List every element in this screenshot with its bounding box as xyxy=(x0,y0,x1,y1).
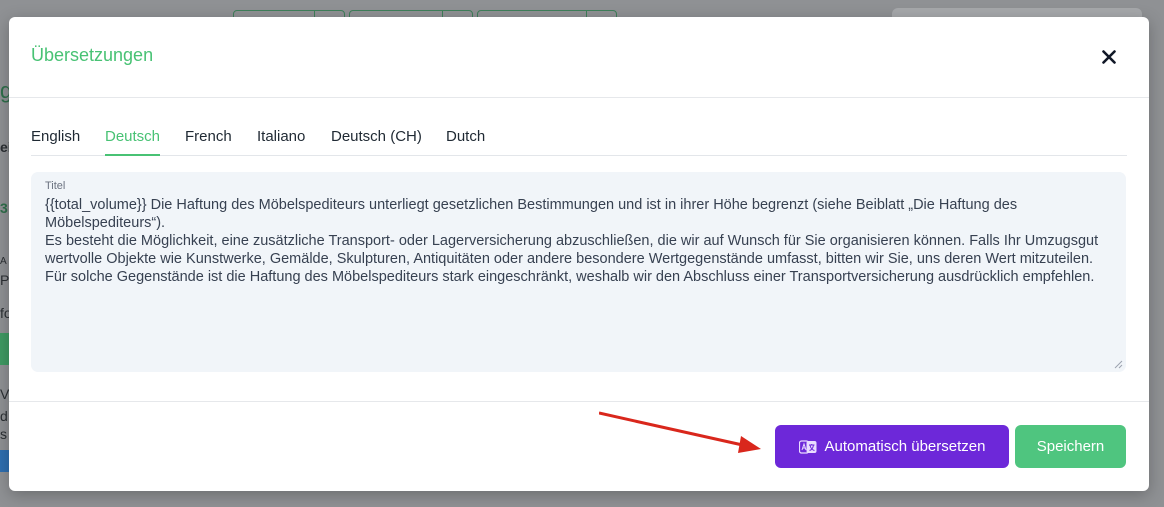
tab-italiano[interactable]: Italiano xyxy=(257,128,305,145)
auto-translate-label: Automatisch übersetzen xyxy=(824,438,986,455)
bg-fragment: P xyxy=(0,272,10,288)
modal-title: Übersetzungen xyxy=(31,45,154,65)
modal-header: Übersetzungen xyxy=(9,17,1149,98)
annotation-arrow-icon xyxy=(599,411,761,453)
bg-fragment: d xyxy=(0,408,8,424)
tab-french[interactable]: French xyxy=(185,128,232,145)
title-textarea[interactable]: Titel {{total_volume}} Die Haftung des M… xyxy=(31,172,1126,372)
auto-translate-button[interactable]: Automatisch übersetzen xyxy=(775,425,1009,468)
close-icon xyxy=(1102,50,1116,64)
resize-handle-icon[interactable] xyxy=(1113,359,1123,369)
save-label: Speichern xyxy=(1036,438,1105,455)
bg-fragment: A xyxy=(0,256,7,267)
translate-icon xyxy=(798,439,817,454)
translations-modal: Übersetzungen English Deutsch French Ita… xyxy=(9,17,1149,491)
bg-green-block xyxy=(0,333,9,365)
save-button[interactable]: Speichern xyxy=(1015,425,1126,468)
title-field-value[interactable]: {{total_volume}} Die Haftung des Möbelsp… xyxy=(45,196,1102,362)
close-button[interactable] xyxy=(1097,45,1121,69)
tab-english[interactable]: English xyxy=(31,128,80,145)
bg-blue-block xyxy=(0,450,9,472)
modal-footer-divider xyxy=(9,401,1149,402)
bg-fragment: V xyxy=(0,386,10,402)
language-tabs: English Deutsch French Italiano Deutsch … xyxy=(31,117,1127,156)
bg-fragment: s xyxy=(0,426,7,442)
tab-deutsch[interactable]: Deutsch xyxy=(105,128,161,156)
title-field-label: Titel xyxy=(45,180,66,192)
tab-dutch[interactable]: Dutch xyxy=(446,128,485,145)
tab-deutsch-ch[interactable]: Deutsch (CH) xyxy=(331,128,422,145)
bg-fragment: 3 xyxy=(0,200,8,216)
